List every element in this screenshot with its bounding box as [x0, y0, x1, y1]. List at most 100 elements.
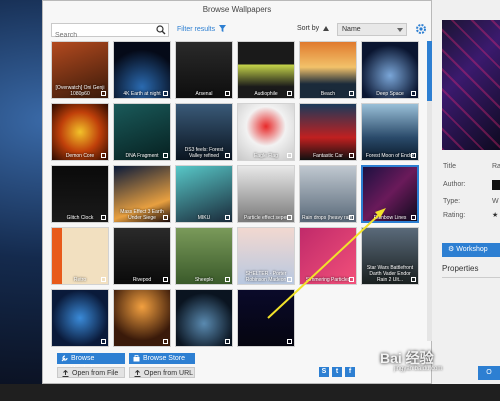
workshop-badge-icon — [225, 91, 230, 96]
workshop-badge-icon — [163, 277, 168, 282]
wallpaper-tile-caption: Rain drops (heavy rain) — [302, 215, 354, 221]
wallpaper-tile[interactable]: Deep Space — [361, 41, 419, 99]
workshop-badge-icon — [411, 91, 416, 96]
workshop-badge-icon — [349, 91, 354, 96]
wallpaper-tile[interactable]: MIKU — [175, 165, 233, 223]
wallpaper-tile[interactable]: Rainbow Lines — [361, 165, 419, 223]
search-icon[interactable] — [156, 25, 166, 35]
wallpaper-tile-caption — [176, 344, 232, 346]
wallpaper-tile[interactable]: Demon Core — [51, 103, 109, 161]
dialog-title: Browse Wallpapers — [202, 5, 272, 14]
search-input[interactable] — [52, 29, 155, 42]
wallpaper-tile[interactable]: Simmering Particles — [299, 227, 357, 285]
wallpaper-tile-caption: Particle effect seper — [243, 215, 289, 221]
browse-workshop-button[interactable]: Browse Workshop — [57, 353, 125, 373]
search-box[interactable] — [51, 23, 169, 42]
wallpaper-tile[interactable] — [51, 289, 109, 347]
sort-ascending-icon[interactable] — [322, 25, 330, 33]
workshop-badge-icon — [349, 153, 354, 158]
workshop-badge-icon — [101, 277, 106, 282]
wallpaper-tile[interactable] — [175, 289, 233, 347]
ok-button[interactable]: O — [478, 366, 500, 380]
wallpaper-tile[interactable] — [237, 289, 295, 347]
steam-social-icon[interactable]: S — [319, 367, 329, 377]
wallpaper-tile-caption: Arsenal — [195, 91, 213, 97]
wallpaper-tile-caption: DS3 feels: Forest Valley refined — [184, 147, 224, 159]
wallpaper-tile-caption: Retro — [73, 277, 87, 283]
wallpaper-tile[interactable]: DS3 feels: Forest Valley refined — [175, 103, 233, 161]
twitter-icon[interactable]: t — [332, 367, 342, 377]
wallpaper-tile[interactable]: Glitch Clock — [51, 165, 109, 223]
wallpaper-tile[interactable]: [Overwatch] Oni Genji 1080p60 — [51, 41, 109, 99]
wallpaper-tile[interactable] — [113, 289, 171, 347]
wallpaper-tile-caption: MIKU — [197, 215, 211, 221]
wallpaper-tile[interactable]: Rivepod — [113, 227, 171, 285]
wallpaper-tile[interactable]: Retro — [51, 227, 109, 285]
sort-by-label: Sort by — [297, 25, 320, 32]
filter-results-button[interactable]: Filter results — [177, 25, 227, 33]
workshop-badge-icon — [287, 215, 292, 220]
wallpaper-tile[interactable]: DNA Fragment — [113, 103, 171, 161]
wallpaper-tile[interactable]: Rain drops (heavy rain) — [299, 165, 357, 223]
steam-icon: ⚙ — [448, 246, 457, 253]
wallpaper-preview — [442, 20, 500, 150]
filter-results-label: Filter results — [177, 26, 216, 33]
wallpaper-tile-caption: Demon Core — [65, 153, 95, 159]
workshop-badge-icon — [349, 215, 354, 220]
wallpaper-tile[interactable]: Eagle Flag — [237, 103, 295, 161]
wallpaper-tile-caption: Rivepod — [132, 277, 152, 283]
title-value: Ra — [492, 163, 500, 170]
taskbar — [0, 384, 500, 401]
wallpaper-tile-caption: Eagle Flag — [254, 153, 278, 159]
wallpaper-tile-caption: Audiophile — [254, 91, 278, 97]
wallpaper-tile[interactable]: Fantastic Car — [299, 103, 357, 161]
wallpaper-tile[interactable]: Sheeplo — [175, 227, 233, 285]
workshop-badge-icon — [101, 215, 106, 220]
workshop-badge-icon — [287, 277, 292, 282]
link-icon — [134, 370, 141, 377]
browse-store-button[interactable]: Browse Store — [129, 353, 195, 364]
title-label: Title — [443, 163, 456, 170]
properties-divider — [442, 277, 500, 278]
gear-icon[interactable] — [415, 23, 427, 35]
star-icon[interactable]: ★ — [492, 211, 498, 219]
wallpaper-tile[interactable]: Beach — [299, 41, 357, 99]
wallpaper-tile[interactable]: Star Wars Battlefront Darth Vader Endor … — [361, 227, 419, 285]
rating-label: Rating: — [443, 212, 466, 219]
wallpaper-tile-caption: Beach — [320, 91, 336, 97]
wallpaper-tile[interactable]: 4K Earth at night — [113, 41, 171, 99]
workshop-button[interactable]: ⚙ Workshop — [442, 243, 500, 257]
wallpaper-tile-caption — [361, 345, 419, 347]
wallpaper-tile-caption: Rainbow Lines — [373, 215, 407, 221]
chevron-down-icon — [397, 28, 403, 32]
sort-select[interactable]: Name — [337, 23, 407, 36]
open-from-url-button[interactable]: Open from URL — [129, 367, 195, 378]
workshop-badge-icon — [287, 153, 292, 158]
wallpaper-tile[interactable]: SHELTER - Porter Robinson Madeon — [237, 227, 295, 285]
open-from-file-button[interactable]: Open from File — [57, 367, 125, 378]
wallpaper-tile-caption: Glitch Clock — [66, 215, 94, 221]
type-label: Type: — [443, 198, 461, 205]
workshop-badge-icon — [225, 339, 230, 344]
wallpaper-tile-caption: Star Wars Battlefront Darth Vader Endor … — [366, 265, 414, 283]
wallpaper-tile[interactable]: Arsenal — [175, 41, 233, 99]
author-label: Author: — [443, 181, 466, 188]
wallpaper-tile[interactable]: Forest Moon of Endor — [361, 103, 419, 161]
wallpaper-tile-caption — [114, 344, 170, 346]
baidu-watermark-logo: Bai 经验 — [380, 350, 434, 366]
scrollbar-thumb[interactable] — [427, 41, 432, 101]
workshop-badge-icon — [101, 339, 106, 344]
wallpaper-tile-caption: SHELTER - Porter Robinson Madeon — [245, 271, 287, 283]
store-icon — [133, 355, 140, 362]
wallpaper-tile — [299, 289, 357, 347]
wallpaper-tile-caption: Simmering Particles — [305, 277, 351, 283]
wallpaper-tile[interactable]: Particle effect seper — [237, 165, 295, 223]
facebook-icon[interactable]: f — [345, 367, 355, 377]
workshop-badge-icon — [411, 153, 416, 158]
browse-wallpapers-dialog: Browse Wallpapers Filter results Sort by… — [42, 0, 432, 384]
type-value: W — [492, 198, 499, 205]
wallpaper-tile[interactable]: Mass Effect 3 Earth Under Siege — [113, 165, 171, 223]
wallpaper-tile-caption: Mass Effect 3 Earth Under Siege — [120, 209, 164, 221]
wallpaper-tile[interactable]: Audiophile — [237, 41, 295, 99]
wallpaper-tile-caption — [299, 345, 357, 347]
